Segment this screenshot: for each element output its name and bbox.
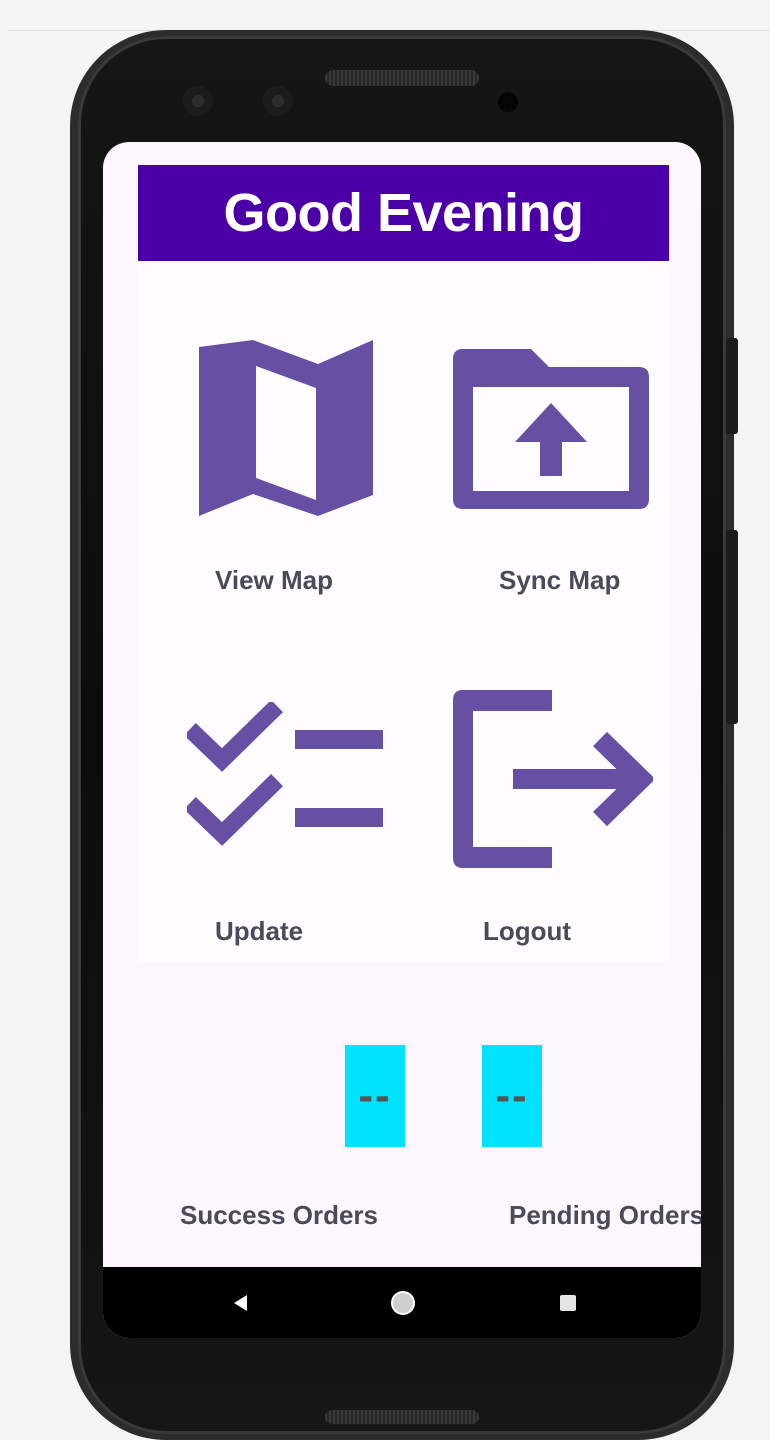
proximity-sensor bbox=[498, 92, 518, 112]
window-top-bar bbox=[0, 0, 770, 31]
sync-map-tile[interactable]: Sync Map bbox=[453, 349, 653, 595]
volume-button bbox=[726, 530, 738, 724]
home-circle-icon[interactable] bbox=[389, 1289, 417, 1317]
success-orders-label: Success Orders bbox=[180, 1200, 379, 1230]
android-nav-bar bbox=[103, 1267, 701, 1338]
folder-upload-icon bbox=[453, 349, 649, 509]
sync-map-label: Sync Map bbox=[499, 565, 621, 595]
bottom-speaker bbox=[325, 1410, 479, 1424]
power-button bbox=[726, 338, 738, 434]
update-label: Update bbox=[215, 916, 304, 946]
logout-label: Logout bbox=[483, 916, 572, 946]
greeting-banner: Good Evening bbox=[138, 165, 669, 261]
checklist-icon bbox=[187, 702, 383, 846]
pending-orders-label: Pending Orders bbox=[509, 1200, 701, 1230]
view-map-tile[interactable]: View Map bbox=[183, 327, 403, 595]
logout-tile[interactable]: Logout bbox=[453, 690, 653, 948]
window-left-gap bbox=[0, 30, 8, 1439]
logout-icon bbox=[453, 690, 653, 868]
map-icon bbox=[199, 340, 373, 516]
top-speaker bbox=[325, 70, 479, 86]
app-screen: Good Evening View Map Sync Map Update Lo… bbox=[103, 142, 701, 1338]
view-map-label: View Map bbox=[215, 565, 334, 595]
front-camera-left bbox=[183, 86, 213, 116]
greeting-title: Good Evening bbox=[223, 183, 584, 243]
back-triangle-icon[interactable] bbox=[231, 1293, 251, 1313]
update-tile[interactable]: Update bbox=[187, 702, 387, 948]
front-camera-right bbox=[263, 86, 293, 116]
recents-square-icon[interactable] bbox=[559, 1294, 577, 1312]
success-orders-count: -- bbox=[345, 1045, 405, 1147]
pending-orders-count: -- bbox=[482, 1045, 542, 1147]
